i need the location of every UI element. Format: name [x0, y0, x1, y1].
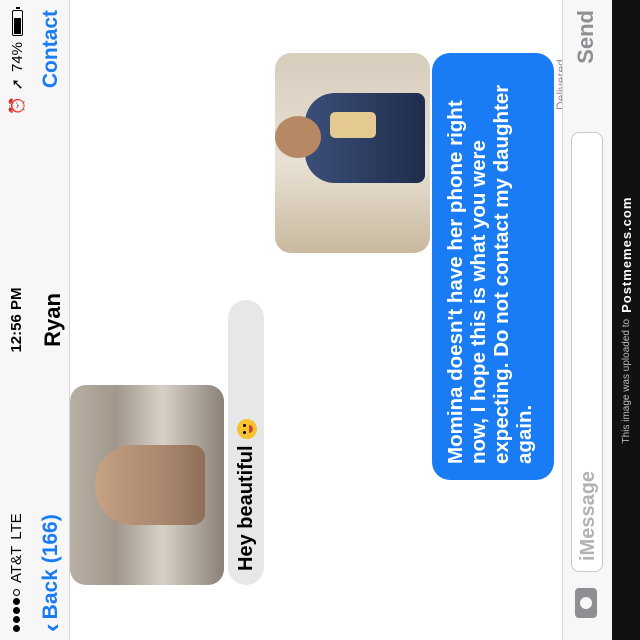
alarm-icon: ⏰: [9, 96, 26, 116]
nav-bar: ‹ Back (166) Ryan Contact: [34, 0, 70, 640]
received-photo[interactable]: [70, 385, 224, 585]
person-head: [275, 116, 321, 158]
watermark-prefix: This image was uploaded to: [620, 318, 632, 444]
battery-icon: [11, 10, 23, 36]
sent-message-text: Momina doesn't have her phone right now,…: [444, 84, 536, 464]
message-placeholder: iMessage: [577, 470, 599, 561]
received-message-text: Hey beautiful: [235, 445, 257, 571]
conversation-title: Ryan: [40, 293, 65, 347]
phone-image: [330, 112, 376, 138]
status-right: ⏰ ➚ 74%: [8, 10, 26, 115]
kiss-emoji-icon: [236, 419, 257, 440]
watermark-brand: Postmemes.com: [618, 196, 634, 313]
camera-icon[interactable]: [575, 588, 597, 618]
watermark: This image was uploaded to Postmemes.com: [612, 0, 640, 640]
send-button[interactable]: Send: [573, 10, 599, 64]
contact-button[interactable]: Contact: [39, 10, 63, 88]
screen: AT&T LTE 12:56 PM ⏰ ➚ 74% ‹ Back (166) R…: [0, 0, 612, 640]
input-bar: iMessage Send: [562, 0, 612, 640]
watermark-strip: This image was uploaded to Postmemes.com: [612, 0, 640, 640]
sent-photo[interactable]: [275, 53, 430, 253]
battery-percent: 74%: [8, 42, 26, 73]
location-icon: ➚: [9, 78, 26, 91]
person-shirt: [305, 93, 425, 183]
received-message[interactable]: Hey beautiful: [228, 300, 264, 585]
person-image: [95, 445, 205, 525]
message-input[interactable]: iMessage: [571, 132, 603, 572]
status-bar: AT&T LTE 12:56 PM ⏰ ➚ 74%: [0, 0, 34, 640]
rotated-content: AT&T LTE 12:56 PM ⏰ ➚ 74% ‹ Back (166) R…: [0, 0, 612, 640]
sent-message[interactable]: Momina doesn't have her phone right now,…: [432, 53, 554, 480]
message-thread[interactable]: Hey beautiful Momina doesn't have her ph…: [70, 0, 568, 640]
